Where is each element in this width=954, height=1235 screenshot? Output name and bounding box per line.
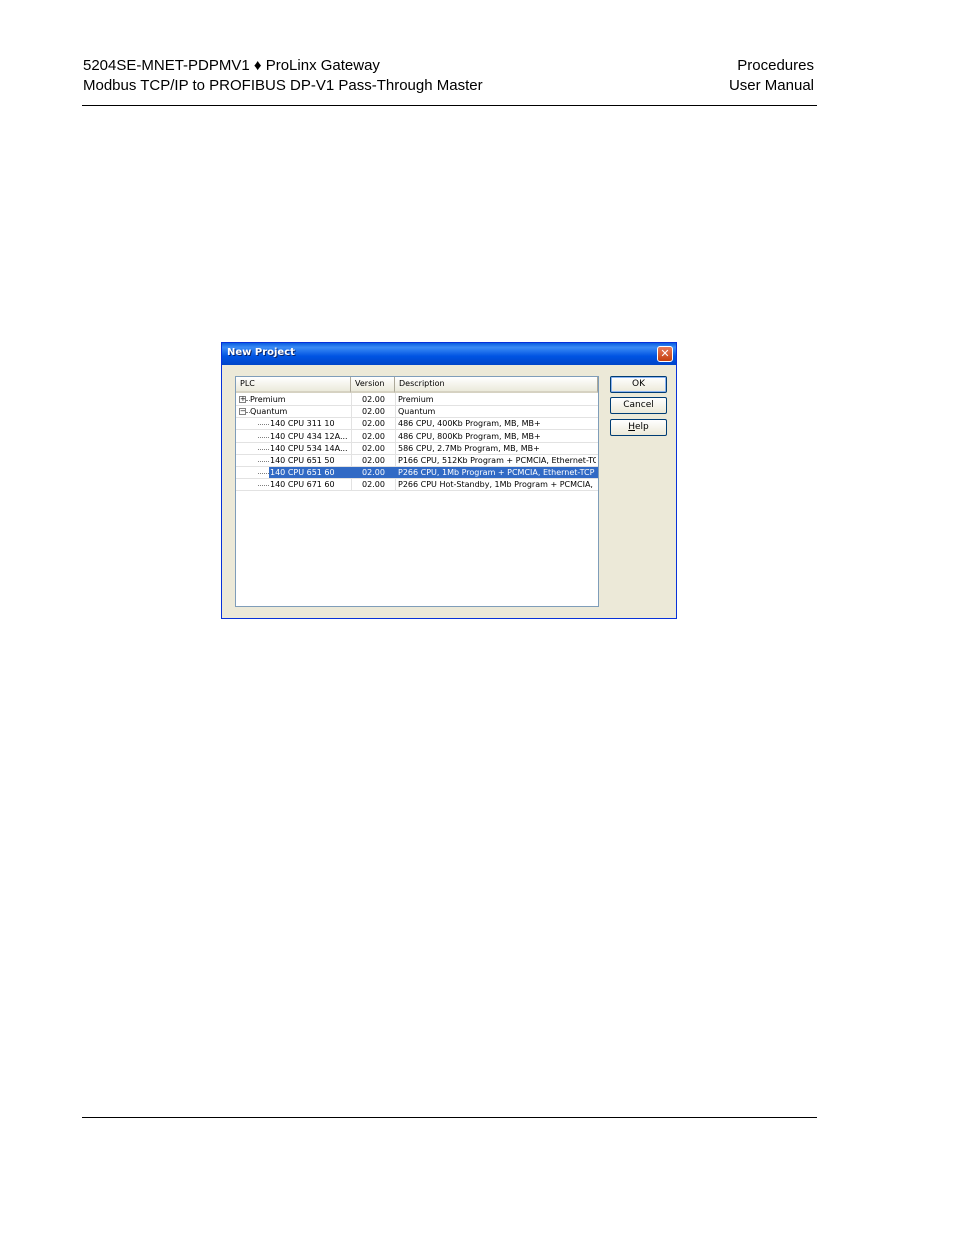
table-row[interactable]: 140 CPU 311 10 02.00 486 CPU, 400Kb Progra… [236, 418, 598, 430]
table-row[interactable]: 140 CPU 671 60 02.00 P266 CPU Hot-Standby,… [236, 479, 598, 491]
row-gridline [236, 429, 598, 430]
tree-connector [258, 473, 269, 474]
tree-connector [258, 424, 269, 425]
column-header-description[interactable]: Description [395, 377, 598, 393]
expand-icon[interactable]: + [239, 396, 246, 403]
table-row[interactable]: + Premium 02.00 Premium [236, 394, 598, 406]
help-button[interactable]: Help [610, 419, 667, 436]
plc-list[interactable]: PLC Version Description + Premium 02.00 Pre… [235, 376, 599, 607]
table-row[interactable]: − Quantum 02.00 Quantum [236, 406, 598, 418]
header-product-title: 5204SE-MNET-PDPMV1 ♦ ProLinx Gateway [83, 57, 380, 74]
column-header-plc[interactable]: PLC [236, 377, 351, 393]
tree-connector [258, 437, 269, 438]
header-product-subtitle: Modbus TCP/IP to PROFIBUS DP-V1 Pass-Thr… [83, 77, 483, 94]
header-rule [82, 105, 817, 106]
tree-connector [258, 449, 269, 450]
header-doc-type: User Manual [728, 77, 814, 94]
row-gridline [236, 490, 598, 491]
header-section: Procedures [737, 57, 814, 74]
new-project-dialog: New Project ✕ PLC Version Description + P… [221, 342, 677, 619]
dialog-title: New Project [227, 347, 295, 358]
help-label-rest: elp [635, 422, 649, 432]
table-row[interactable]: 140 CPU 651 50 02.00 P166 CPU, 512Kb Progr… [236, 455, 598, 467]
list-header: PLC Version Description [236, 377, 598, 393]
cancel-button[interactable]: Cancel [610, 397, 667, 414]
table-row[interactable]: 140 CPU 651 60 02.00 P266 CPU, 1Mb Program… [236, 467, 598, 479]
collapse-icon[interactable]: − [239, 408, 246, 415]
column-header-version[interactable]: Version [351, 377, 395, 393]
table-row[interactable]: 140 CPU 434 12A... 02.00 486 CPU, 800Kb Pr… [236, 431, 598, 443]
footer-rule [82, 1117, 817, 1118]
ok-button[interactable]: OK [610, 376, 667, 393]
help-accelerator: H [628, 422, 635, 432]
tree-connector [258, 485, 269, 486]
dialog-titlebar[interactable]: New Project ✕ [222, 343, 676, 365]
close-icon[interactable]: ✕ [657, 346, 673, 362]
table-row[interactable]: 140 CPU 534 14A... 02.00 586 CPU, 2.7Mb Pr… [236, 443, 598, 455]
tree-connector [258, 461, 269, 462]
